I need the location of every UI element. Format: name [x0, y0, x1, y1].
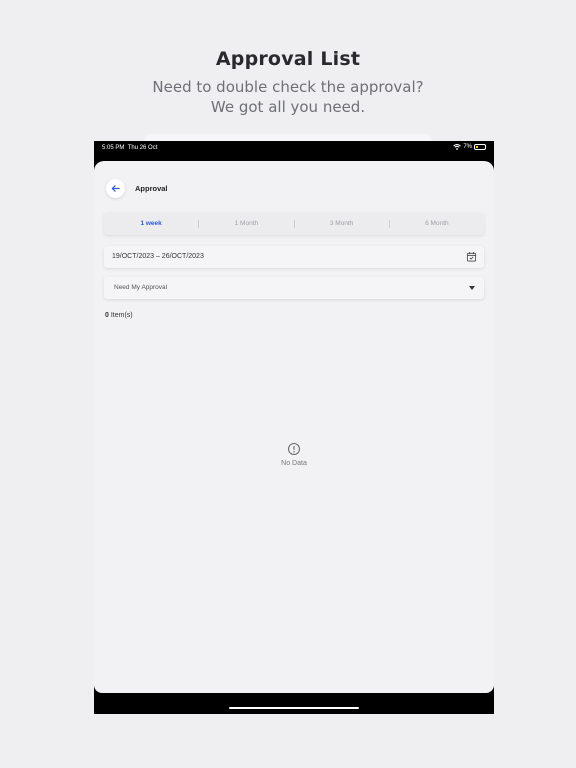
tab-3-month[interactable]: 3 Month [295, 213, 389, 235]
tab-1-week[interactable]: 1 week [104, 213, 198, 235]
promo-subtitle-line2: We got all you need. [210, 98, 366, 116]
item-count-label: Item(s) [110, 312, 133, 319]
promo-subtitle: Need to double check the approval? We go… [0, 77, 576, 117]
caret-down-icon [469, 286, 475, 290]
page-title: Approval [135, 184, 168, 193]
tab-1-month[interactable]: 1 Month [199, 213, 293, 235]
filter-selected-value: Need My Approval [114, 284, 168, 291]
tab-6-month[interactable]: 6 Month [390, 213, 484, 235]
arrow-left-icon [111, 185, 120, 192]
info-icon [288, 443, 300, 455]
battery-percent: 7% [463, 144, 472, 150]
approval-filter-select[interactable]: Need My Approval [104, 277, 484, 299]
wifi-icon [453, 144, 462, 150]
item-count: 0 Item(s) [105, 312, 133, 319]
period-tabs: 1 week 1 Month 3 Month 6 Month [104, 213, 484, 235]
empty-state-text: No Data [281, 460, 307, 467]
status-time: 5:05 PM Thu 26 Oct [102, 145, 158, 151]
status-indicators: 7% [453, 144, 486, 150]
calendar-icon[interactable] [466, 251, 477, 262]
device-frame: 5:05 PM Thu 26 Oct 7% Approval 1 week 1 … [94, 141, 494, 714]
home-indicator[interactable] [229, 707, 359, 709]
app-screen: Approval 1 week 1 Month 3 Month 6 Month … [94, 161, 494, 693]
item-count-number: 0 [105, 312, 109, 319]
promo-subtitle-line1: Need to double check the approval? [152, 78, 424, 96]
battery-icon [474, 144, 486, 150]
date-range-value: 19/OCT/2023 – 26/OCT/2023 [112, 253, 204, 260]
promo-title: Approval List [215, 48, 361, 70]
status-bar: 5:05 PM Thu 26 Oct 7% [94, 141, 494, 161]
date-range-field[interactable]: 19/OCT/2023 – 26/OCT/2023 [104, 246, 484, 268]
back-button[interactable] [106, 179, 125, 198]
